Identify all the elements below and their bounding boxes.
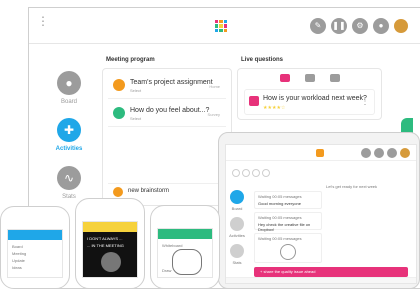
- badge-icon: [113, 79, 125, 91]
- brand-logo: [316, 149, 324, 157]
- meme-image: [101, 252, 121, 272]
- heart-drawing-icon: [172, 249, 202, 275]
- live-questions-title: Live questions: [241, 57, 284, 63]
- plus-icon: [113, 187, 123, 197]
- tablet-top-icons: [361, 148, 410, 158]
- phone-header: [83, 222, 137, 232]
- sidebar-item-board[interactable]: ● Board: [49, 71, 89, 105]
- sidebar-item-label: Activities: [55, 146, 83, 152]
- top-bar-actions: ✎ ❚❚ ⚙ ●: [310, 18, 408, 34]
- tablet-screen: Let's get ready for next week Board Acti…: [225, 144, 417, 284]
- phone-screen: Whiteboard Draw: [157, 228, 213, 278]
- tablet-banner[interactable]: + share the quality issue ahead: [254, 267, 408, 277]
- user-avatar[interactable]: [394, 19, 408, 33]
- top-bar: ⋮ ✎ ❚❚ ⚙ ●: [29, 8, 420, 44]
- sidebar-item-activities[interactable]: ✚ Activities: [49, 118, 89, 152]
- more-icon[interactable]: ⋮: [360, 96, 370, 107]
- tablet-footer: [226, 277, 416, 283]
- list-icon[interactable]: [280, 74, 290, 82]
- trend-icon: [113, 107, 125, 119]
- question-stars: ★★★★☆: [263, 105, 286, 111]
- phone-title: Whiteboard: [162, 243, 183, 248]
- meeting-program-panel: Team's project assignment Select Home Ho…: [102, 68, 232, 206]
- chart-icon[interactable]: [230, 244, 244, 258]
- filter-chip-icon[interactable]: [242, 169, 250, 177]
- chat-bubble[interactable]: Waiting 00:05 messages Good morning ever…: [254, 191, 322, 209]
- chat-bubble[interactable]: Waiting 00:05 messages Hey check the cre…: [254, 212, 322, 232]
- sidebar-item-label: Board: [60, 99, 77, 105]
- phone-header: [158, 229, 212, 239]
- pause-icon[interactable]: [361, 148, 371, 158]
- filter-chip-icon[interactable]: [232, 169, 240, 177]
- question-icon: [249, 96, 259, 106]
- settings-icon[interactable]: [374, 148, 384, 158]
- tablet-banner-text: + share the quality issue ahead: [260, 269, 316, 274]
- phone-line: Meeting: [12, 251, 27, 256]
- phone-line: Draw: [162, 268, 172, 273]
- chart-icon: ∿: [57, 166, 81, 190]
- user-avatar[interactable]: [400, 148, 410, 158]
- chat-bubble-icon[interactable]: [230, 190, 244, 204]
- phone-2: I DON'T ALWAYS ... ... IN THE MEETING: [75, 198, 145, 289]
- brand-logo: [215, 20, 227, 32]
- meeting-program-item[interactable]: How do you feel about...? Select Survey: [108, 103, 226, 127]
- meeting-item-type: Survey: [207, 112, 220, 117]
- kebab-icon[interactable]: ⋮: [37, 15, 49, 33]
- settings-icon[interactable]: ⚙: [352, 18, 368, 34]
- new-brainstorm-label: new brainstorm: [128, 188, 170, 194]
- phone-line: I DON'T ALWAYS ...: [87, 236, 123, 241]
- meeting-item-title: How do you feel about...?: [130, 107, 210, 114]
- meeting-program-title: Meeting program: [106, 57, 155, 63]
- chat-bubble-meta: Waiting 00:05 messages: [258, 194, 302, 199]
- phone-line: Ideas: [12, 265, 22, 270]
- puzzle-icon[interactable]: [230, 217, 244, 231]
- meeting-program-item[interactable]: Team's project assignment Select Home: [108, 75, 226, 99]
- live-question-card[interactable]: How is your workload next week? ★★★★☆ ⋮: [244, 89, 375, 115]
- phone-line: ... IN THE MEETING: [87, 243, 124, 248]
- meeting-item-subtitle: Select: [130, 116, 142, 121]
- phone-screen: Board Meeting Update Ideas: [7, 229, 63, 278]
- meeting-item-title: Team's project assignment: [130, 79, 213, 86]
- phone-line: Update: [12, 258, 25, 263]
- filter-chip-icon[interactable]: [252, 169, 260, 177]
- live-questions-tabs: [280, 74, 340, 84]
- chat-bubble-meta: Waiting 00:05 messages: [258, 236, 302, 241]
- question-title: How is your workload next week?: [263, 95, 367, 102]
- chat-bubble-meta: Waiting 00:05 messages: [258, 215, 302, 220]
- notifications-icon[interactable]: ●: [373, 18, 389, 34]
- phone-screen: I DON'T ALWAYS ... ... IN THE MEETING: [82, 221, 138, 278]
- filter-icon[interactable]: [330, 74, 340, 82]
- chat-bubble[interactable]: Waiting 00:05 messages: [254, 233, 322, 263]
- pause-icon[interactable]: ❚❚: [331, 18, 347, 34]
- chat-bubble-text: Hey check the creative file on Dropbox!: [258, 222, 311, 232]
- sun-drawing-icon: [280, 244, 296, 260]
- phone-3: Whiteboard Draw: [150, 205, 220, 289]
- chat-bubble-text: Good morning everyone: [258, 201, 301, 206]
- tablet-sidebar-label: Stats: [232, 260, 242, 265]
- meeting-item-type: Home: [209, 84, 220, 89]
- sidebar-item-stats[interactable]: ∿ Stats: [49, 166, 89, 200]
- edit-icon[interactable]: ✎: [310, 18, 326, 34]
- tablet-sidebar: Board Activities Stats: [228, 190, 246, 265]
- live-questions-panel: How is your workload next week? ★★★★☆ ⋮: [237, 68, 382, 120]
- filter-chip-icon[interactable]: [262, 169, 270, 177]
- phone-header: [8, 230, 62, 240]
- new-brainstorm-row[interactable]: new brainstorm: [108, 183, 226, 199]
- lightning-icon[interactable]: [305, 74, 315, 82]
- phone-title: Board: [12, 244, 23, 249]
- meeting-item-subtitle: Select: [130, 88, 142, 93]
- tablet-filter-row: [232, 169, 302, 177]
- tablet-topbar: [226, 145, 416, 161]
- tablet-label: Let's get ready for next week: [326, 184, 378, 189]
- chat-bubble-icon: ●: [57, 71, 81, 95]
- puzzle-icon: ✚: [57, 118, 81, 142]
- phone-1: Board Meeting Update Ideas: [0, 206, 70, 289]
- notifications-icon[interactable]: [387, 148, 397, 158]
- tablet-sidebar-label: Activities: [229, 233, 245, 238]
